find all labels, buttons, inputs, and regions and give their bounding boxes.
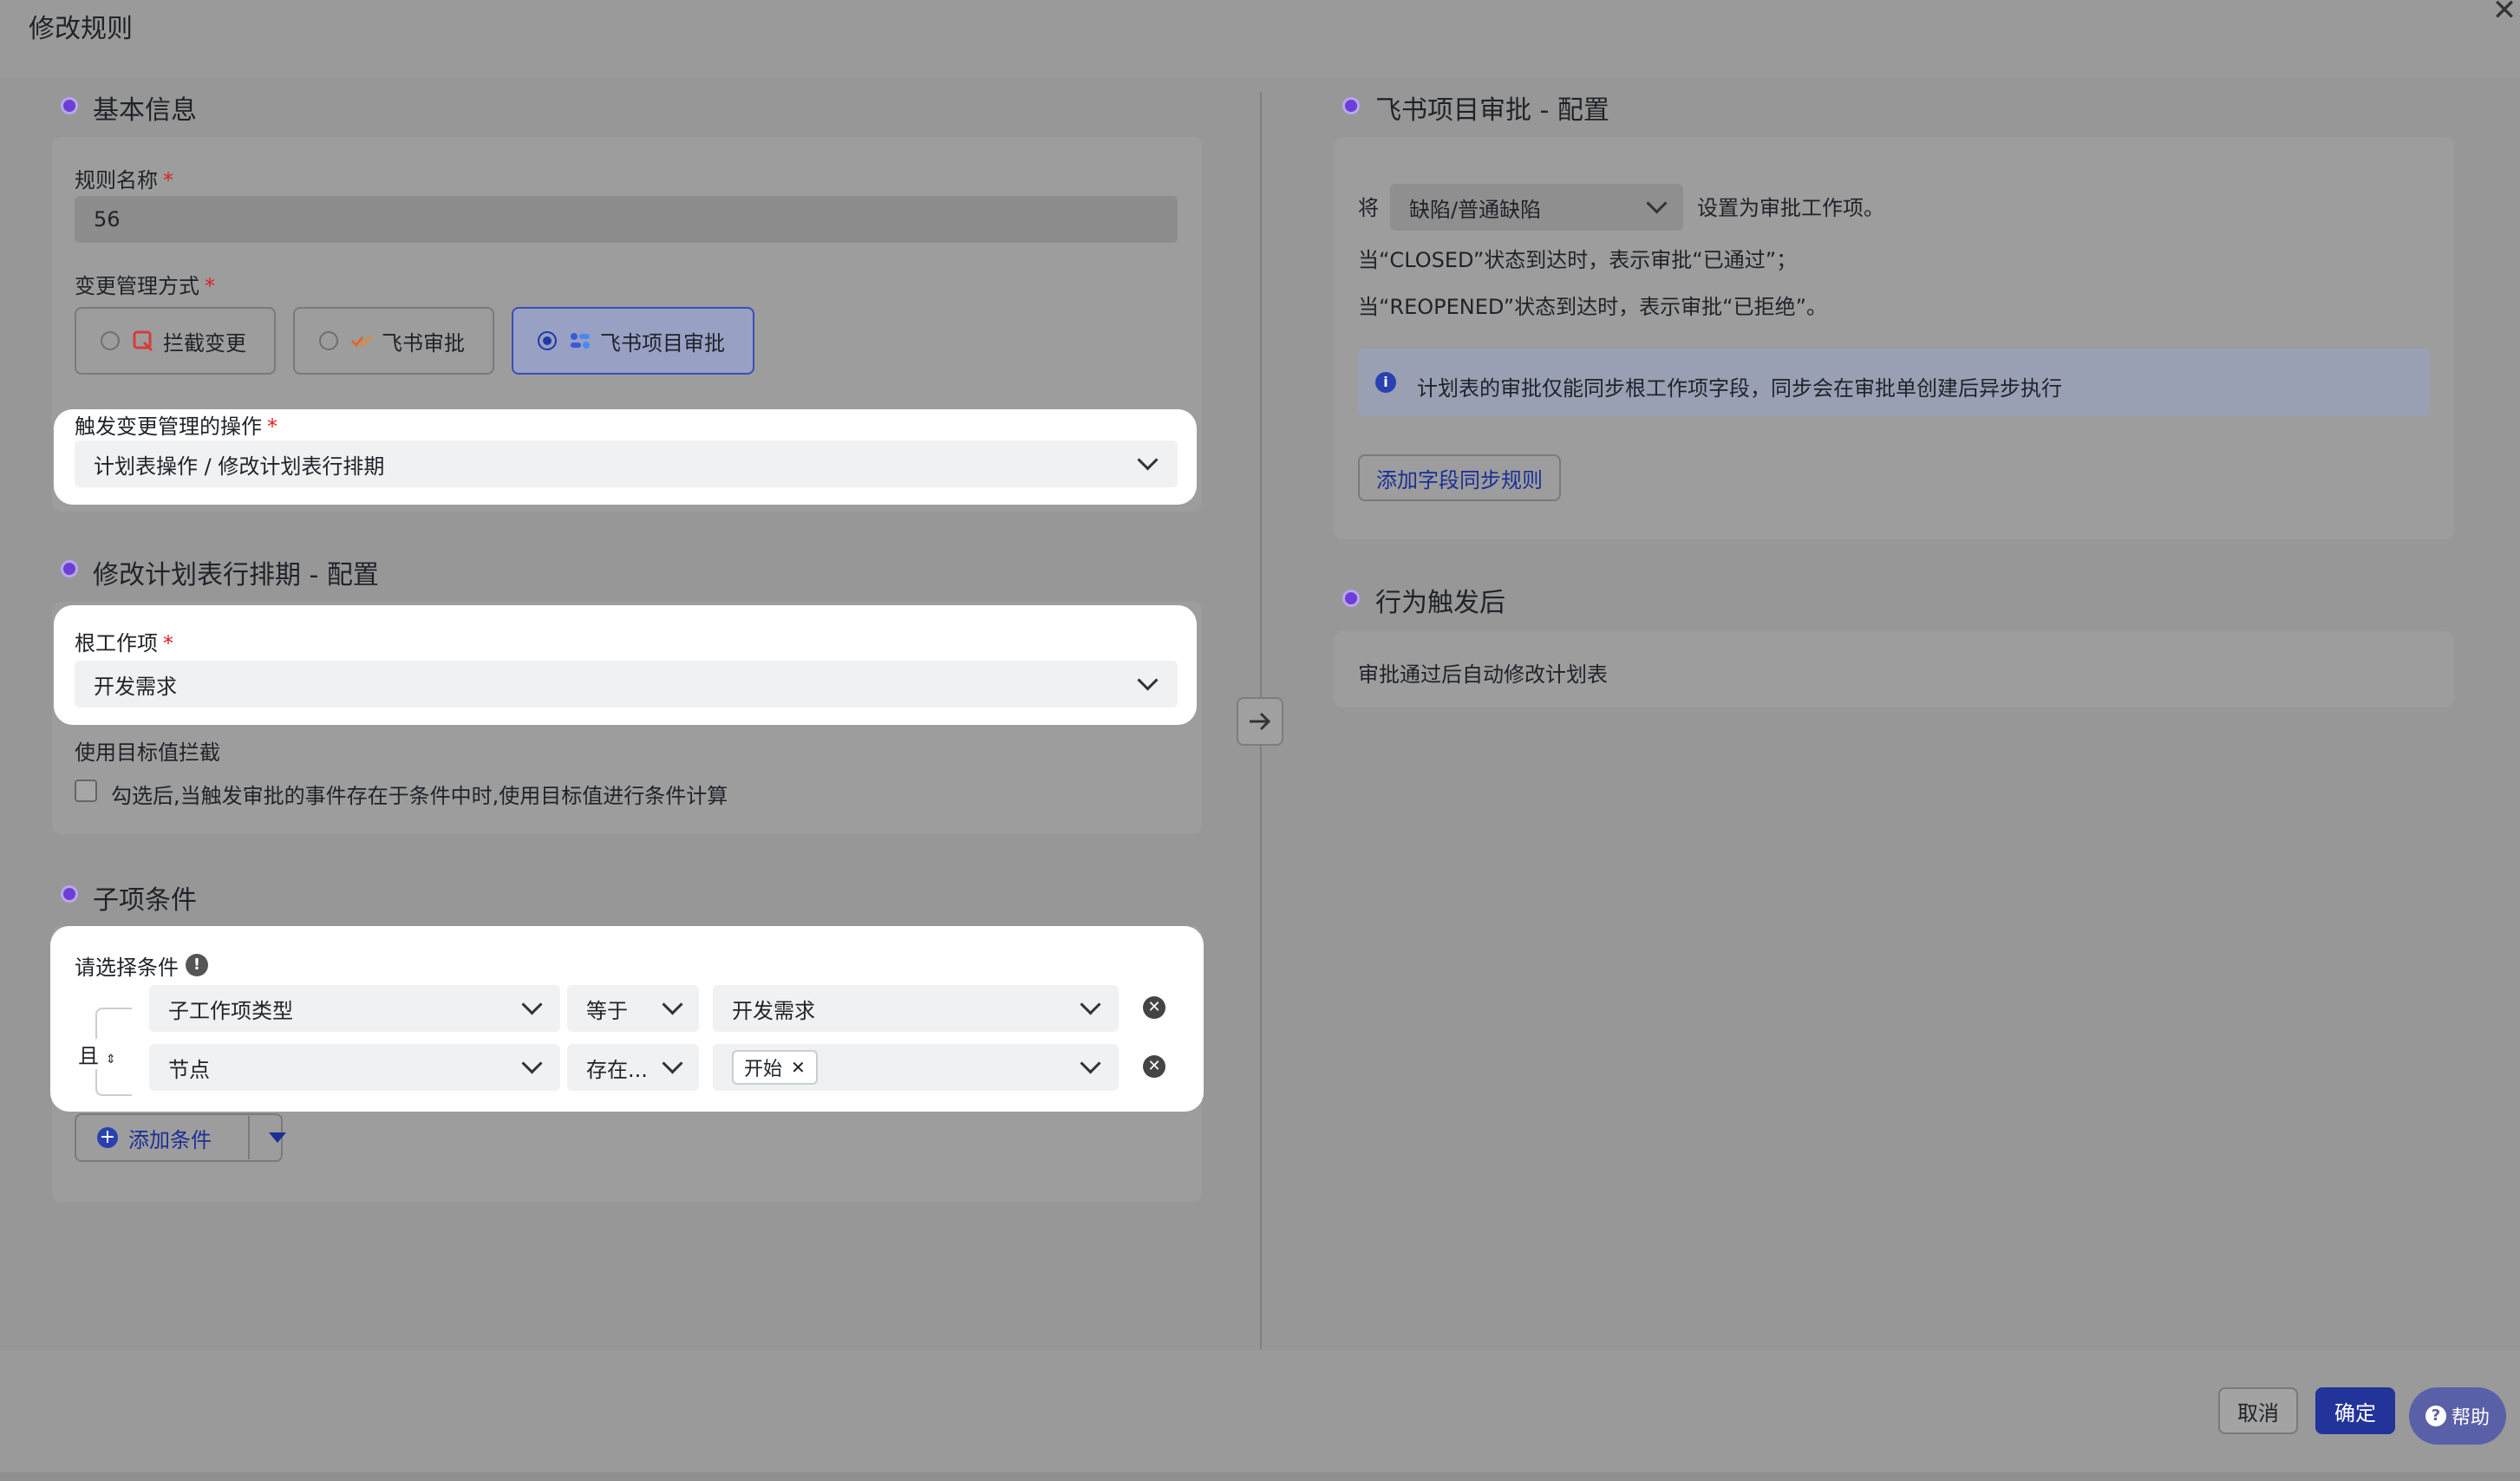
plus-circle-icon: + [97, 1127, 118, 1148]
feishu-approval-icon [350, 334, 373, 348]
chevron-down-icon [1080, 994, 1101, 1015]
section-title-basic: 基本信息 [93, 95, 197, 126]
help-button[interactable]: ? 帮助 [2409, 1387, 2506, 1445]
confirm-button[interactable]: 确定 [2315, 1387, 2395, 1434]
add-condition-button[interactable]: + 添加条件 [75, 1113, 286, 1162]
dialog-footer [0, 1351, 2520, 1472]
trigger-highlight: 触发变更管理的操作 * 计划表操作 / 修改计划表行排期 [54, 409, 1197, 505]
rule-name-input[interactable]: 56 [75, 196, 1178, 243]
target-value-checkbox[interactable] [75, 780, 97, 802]
cancel-button[interactable]: 取消 [2218, 1387, 2298, 1434]
section-dot-icon [1342, 97, 1360, 114]
approval-line-closed: 当“CLOSED”状态到达时，表示审批“已通过”； [1358, 248, 1798, 272]
section-title-after: 行为触发后 [1375, 588, 1505, 618]
feishu-project-icon [571, 333, 590, 349]
tag-close-icon[interactable]: ✕ [791, 1057, 806, 1078]
chevron-down-icon [662, 994, 683, 1015]
remove-condition-icon[interactable]: ✕ [1143, 996, 1165, 1019]
dialog-header [0, 0, 2520, 78]
trigger-select[interactable]: 计划表操作 / 修改计划表行排期 [75, 440, 1178, 487]
arrow-right-icon [1237, 697, 1283, 746]
chevron-down-icon [662, 1053, 683, 1074]
rule-name-label: 规则名称 * [75, 168, 173, 192]
condition-op-select[interactable]: 存在... [567, 1044, 699, 1091]
condition-value-select[interactable]: 开发需求 [713, 985, 1119, 1032]
radio-icon [319, 331, 338, 350]
section-title-config: 修改计划表行排期 - 配置 [93, 560, 379, 590]
remove-condition-icon[interactable]: ✕ [1143, 1055, 1165, 1078]
root-label: 根工作项 * [75, 631, 173, 656]
sort-icon: ⇕ [106, 1053, 116, 1067]
radio-selected-icon [538, 331, 557, 350]
trigger-label: 触发变更管理的操作 * [75, 414, 277, 439]
change-mgmt-label: 变更管理方式 * [75, 274, 215, 298]
section-dot-icon [61, 97, 78, 114]
dialog-title: 修改规则 [29, 14, 133, 44]
root-select[interactable]: 开发需求 [75, 661, 1178, 708]
close-icon[interactable]: ✕ [2489, 0, 2520, 26]
select-condition-label: 请选择条件 [75, 956, 179, 980]
radio-icon [101, 331, 120, 350]
approval-suffix: 设置为审批工作项。 [1697, 196, 1884, 220]
chevron-down-icon [1137, 449, 1159, 471]
chevron-down-icon [1646, 192, 1668, 214]
option-feishu-approval[interactable]: 飞书审批 [293, 307, 494, 375]
approval-line-reopened: 当“REOPENED”状态到达时，表示审批“已拒绝”。 [1358, 295, 1828, 319]
split-divider [248, 1116, 250, 1159]
chevron-down-icon [521, 994, 543, 1015]
option-feishu-project-approval[interactable]: 飞书项目审批 [512, 307, 754, 375]
condition-field-select[interactable]: 子工作项类型 [149, 985, 560, 1032]
chevron-down-icon [1137, 669, 1159, 691]
info-banner-text: 计划表的审批仅能同步根工作项字段，同步会在审批单创建后异步执行 [1417, 376, 2062, 401]
after-text: 审批通过后自动修改计划表 [1358, 662, 1608, 687]
help-question-icon: ? [2425, 1406, 2446, 1426]
info-icon: i [1375, 372, 1396, 393]
selected-tag: 开始 ✕ [732, 1050, 818, 1085]
add-field-sync-button[interactable]: 添加字段同步规则 [1358, 454, 1561, 501]
section-dot-icon [61, 885, 78, 903]
info-exclamation-icon[interactable]: ! [186, 954, 208, 976]
condition-highlight: 请选择条件 ! 且 ⇕ 子工作项类型 等于 开发需求 ✕ 节点 存在... 开始 … [50, 926, 1204, 1112]
section-dot-icon [61, 560, 78, 577]
caret-down-icon[interactable] [269, 1132, 286, 1143]
condition-field-select[interactable]: 节点 [149, 1044, 560, 1091]
target-value-label: 使用目标值拦截 [75, 740, 220, 765]
logic-and-select[interactable]: 且 ⇕ [75, 1039, 120, 1069]
condition-op-select[interactable]: 等于 [567, 985, 699, 1032]
root-highlight: 根工作项 * 开发需求 [54, 605, 1197, 725]
target-value-desc: 勾选后,当触发审批的事件存在于条件中时,使用目标值进行条件计算 [111, 784, 728, 808]
approval-prefix: 将 [1358, 196, 1379, 220]
chevron-down-icon [1080, 1053, 1101, 1074]
section-title-approval: 飞书项目审批 - 配置 [1375, 95, 1609, 126]
chevron-down-icon [521, 1053, 543, 1074]
section-dot-icon [1342, 590, 1360, 607]
option-intercept-change[interactable]: 拦截变更 [75, 307, 276, 375]
approval-workitem-select[interactable]: 缺陷/普通缺陷 [1390, 184, 1683, 231]
section-title-sub: 子项条件 [93, 885, 197, 916]
intercept-icon [133, 330, 153, 352]
